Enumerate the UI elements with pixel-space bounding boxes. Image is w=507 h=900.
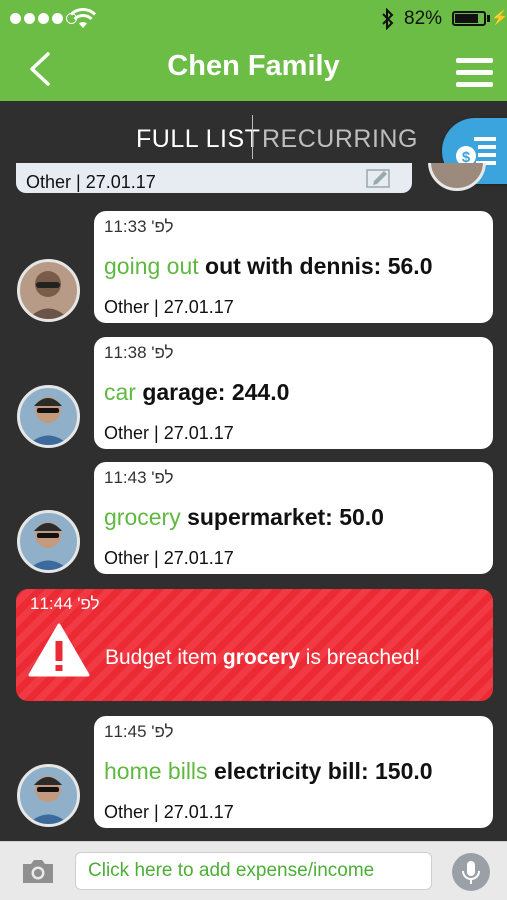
entry-description: out with dennis: 56.0 [205,253,433,279]
entry-summary: car garage: 244.0 [104,379,289,406]
battery-level [455,14,478,23]
entry-time: לפ' 11:33 [104,217,174,236]
entry-summary: going out out with dennis: 56.0 [104,253,433,280]
entry-category: going out [104,253,199,279]
avatar [17,259,80,322]
page-title: Chen Family [167,50,340,82]
status-bar: 82% ⚡ [0,0,507,38]
alert-time: לפ' 11:44 [30,594,100,613]
alert-suffix: is breached! [299,646,421,669]
alert-message: Budget item grocery is breached! [105,646,420,670]
entry-footer: Other | 27.01.17 [104,548,234,568]
alert-item: grocery [222,646,300,669]
entry-category: car [104,379,136,405]
expense-feed[interactable]: Other | 27.01.17 לפ' 11:33 going out out… [0,163,507,841]
entry-time: לפ' 11:43 [104,468,174,487]
tab-bar: FULL LIST RECURRING [0,113,507,163]
tab-divider [252,115,253,159]
wifi-icon [70,8,96,28]
entry-footer: Other | 27.01.17 [104,297,234,317]
entry-description: garage: 244.0 [142,379,290,405]
menu-icon[interactable] [456,58,493,88]
avatar [17,764,80,827]
signal-icon [10,13,77,24]
bluetooth-icon [382,8,394,30]
entry-time: לפ' 11:45 [104,722,174,741]
edit-icon[interactable] [366,166,392,188]
avatar [428,163,486,191]
expense-entry[interactable]: לפ' 11:43 grocery supermarket: 50.0 Othe… [94,462,493,574]
battery-tip [487,15,490,22]
expense-entry[interactable]: לפ' 11:38 car garage: 244.0 Other | 27.0… [94,337,493,449]
entry-footer: Other | 27.01.17 [104,802,234,822]
entry-summary: grocery supermarket: 50.0 [104,504,384,531]
battery-percentage: 82% [404,8,443,29]
tab-full-list[interactable]: FULL LIST [136,125,260,154]
entry-description: supermarket: 50.0 [187,504,384,530]
avatar [17,385,80,448]
partial-entry-card[interactable]: Other | 27.01.17 [16,163,412,193]
camera-icon[interactable] [20,857,56,885]
warning-icon [28,623,90,677]
avatar [17,510,80,573]
expense-entry[interactable]: לפ' 11:45 home bills electricity bill: 1… [94,716,493,828]
entry-footer: Other | 27.01.17 [104,423,234,443]
charging-icon: ⚡ [491,9,507,25]
budget-alert[interactable]: לפ' 11:44 Budget item grocery is breache… [16,589,493,701]
composer-bar [0,841,507,900]
entry-category: home bills [104,758,208,784]
entry-summary: home bills electricity bill: 150.0 [104,758,433,785]
tab-recurring[interactable]: RECURRING [262,125,418,154]
app-header: 82% ⚡ Chen Family [0,0,507,101]
mic-icon[interactable] [452,853,490,891]
alert-prefix: Budget item [105,646,223,669]
entry-time: לפ' 11:38 [104,343,174,362]
entry-footer: Other | 27.01.17 [26,172,156,192]
entry-category: grocery [104,504,181,530]
expense-entry[interactable]: לפ' 11:33 going out out with dennis: 56.… [94,211,493,323]
battery-icon [452,11,486,26]
entry-description: electricity bill: 150.0 [213,758,433,784]
expense-input[interactable] [75,852,432,890]
